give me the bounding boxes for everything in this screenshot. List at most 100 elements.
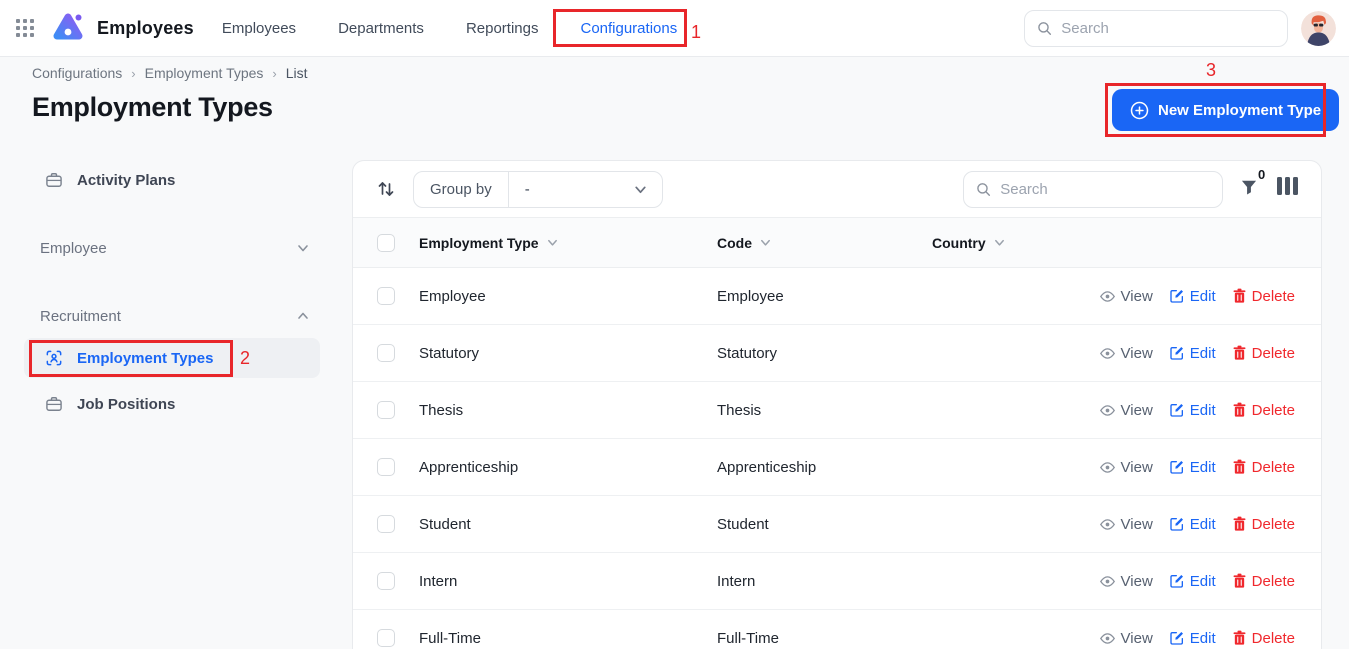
row-checkbox[interactable] xyxy=(377,287,395,305)
plus-circle-icon xyxy=(1130,101,1149,120)
search-icon xyxy=(976,181,991,198)
cell-employment-type: Student xyxy=(419,516,717,533)
annotation-number-3: 3 xyxy=(1206,60,1216,81)
edit-pencil-icon xyxy=(1169,516,1185,532)
delete-action[interactable]: Delete xyxy=(1232,573,1295,590)
table-row: Thesis Thesis View Edit xyxy=(353,382,1321,439)
user-avatar[interactable] xyxy=(1301,11,1336,46)
edit-pencil-icon xyxy=(1169,459,1185,475)
sidebar-group-recruitment[interactable]: Recruitment xyxy=(24,301,320,331)
delete-action[interactable]: Delete xyxy=(1232,402,1295,419)
edit-action[interactable]: Edit xyxy=(1169,402,1216,419)
chevron-down-icon xyxy=(296,241,310,255)
eye-icon xyxy=(1099,459,1116,476)
sidebar-item-job-positions[interactable]: Job Positions xyxy=(24,384,320,424)
edit-action[interactable]: Edit xyxy=(1169,516,1216,533)
briefcase-icon xyxy=(44,170,64,190)
chevron-down-icon xyxy=(759,236,772,249)
nav-departments[interactable]: Departments xyxy=(338,20,424,37)
new-employment-type-label: New Employment Type xyxy=(1158,102,1321,119)
filter-count-badge: 0 xyxy=(1258,167,1265,182)
view-action[interactable]: View xyxy=(1099,288,1153,305)
table-row: Apprenticeship Apprenticeship View Edit xyxy=(353,439,1321,496)
eye-icon xyxy=(1099,402,1116,419)
edit-action[interactable]: Edit xyxy=(1169,459,1216,476)
breadcrumb-list: List xyxy=(286,65,308,81)
global-search-input[interactable] xyxy=(1061,20,1275,37)
delete-action[interactable]: Delete xyxy=(1232,459,1295,476)
cell-employment-type: Apprenticeship xyxy=(419,459,717,476)
delete-action[interactable]: Delete xyxy=(1232,630,1295,647)
delete-action[interactable]: Delete xyxy=(1232,345,1295,362)
trash-icon xyxy=(1232,288,1247,304)
table-body: Employee Employee View Edit xyxy=(353,268,1321,649)
edit-action[interactable]: Edit xyxy=(1169,630,1216,647)
breadcrumb-configurations[interactable]: Configurations xyxy=(32,65,122,81)
delete-action[interactable]: Delete xyxy=(1232,516,1295,533)
eye-icon xyxy=(1099,630,1116,647)
trash-icon xyxy=(1232,345,1247,361)
sidebar-item-employment-types[interactable]: Employment Types xyxy=(24,338,320,378)
table-row: Intern Intern View Edit xyxy=(353,553,1321,610)
nav-configurations[interactable]: Configurations xyxy=(580,20,677,37)
filter-icon[interactable] xyxy=(1239,177,1259,202)
chevron-up-icon xyxy=(296,309,310,323)
cell-employment-type: Statutory xyxy=(419,345,717,362)
breadcrumb: Configurations › Employment Types › List xyxy=(32,65,308,81)
column-header-code[interactable]: Code xyxy=(717,235,932,251)
chevron-down-icon xyxy=(633,182,648,197)
app-logo-icon xyxy=(52,12,84,44)
employment-types-table-card: Group by - 0 Employment xyxy=(352,160,1322,649)
eye-icon xyxy=(1099,573,1116,590)
view-action[interactable]: View xyxy=(1099,402,1153,419)
row-checkbox[interactable] xyxy=(377,629,395,647)
eye-icon xyxy=(1099,288,1116,305)
row-checkbox[interactable] xyxy=(377,344,395,362)
view-action[interactable]: View xyxy=(1099,573,1153,590)
delete-action[interactable]: Delete xyxy=(1232,288,1295,305)
row-checkbox[interactable] xyxy=(377,515,395,533)
top-header: Employees Employees Departments Reportin… xyxy=(0,0,1349,57)
cell-code: Thesis xyxy=(717,402,932,419)
columns-icon[interactable] xyxy=(1277,177,1298,195)
row-checkbox[interactable] xyxy=(377,401,395,419)
app-title: Employees xyxy=(97,18,194,39)
global-search xyxy=(1024,10,1288,47)
sidebar-item-activity-plans[interactable]: Activity Plans xyxy=(24,160,320,200)
sidebar-item-label: Activity Plans xyxy=(77,172,175,189)
column-header-employment-type[interactable]: Employment Type xyxy=(419,235,717,251)
select-all-checkbox[interactable] xyxy=(377,234,395,252)
view-action[interactable]: View xyxy=(1099,345,1153,362)
cell-employment-type: Full-Time xyxy=(419,630,717,647)
column-header-country[interactable]: Country xyxy=(932,235,1081,251)
view-action[interactable]: View xyxy=(1099,516,1153,533)
view-action[interactable]: View xyxy=(1099,630,1153,647)
edit-action[interactable]: Edit xyxy=(1169,573,1216,590)
table-search-input[interactable] xyxy=(1000,181,1210,198)
page-title: Employment Types xyxy=(32,92,273,123)
row-checkbox[interactable] xyxy=(377,572,395,590)
edit-action[interactable]: Edit xyxy=(1169,288,1216,305)
cell-employment-type: Employee xyxy=(419,288,717,305)
breadcrumb-separator-icon: › xyxy=(272,66,276,81)
edit-pencil-icon xyxy=(1169,288,1185,304)
table-row: Student Student View Edit xyxy=(353,496,1321,553)
nav-employees[interactable]: Employees xyxy=(222,20,296,37)
new-employment-type-button[interactable]: New Employment Type xyxy=(1112,89,1339,131)
trash-icon xyxy=(1232,630,1247,646)
group-by-control[interactable]: Group by - xyxy=(413,171,663,208)
trash-icon xyxy=(1232,402,1247,418)
edit-pencil-icon xyxy=(1169,402,1185,418)
trash-icon xyxy=(1232,516,1247,532)
row-checkbox[interactable] xyxy=(377,458,395,476)
group-by-value[interactable]: - xyxy=(508,172,633,207)
view-action[interactable]: View xyxy=(1099,459,1153,476)
sidebar-group-employee[interactable]: Employee xyxy=(24,233,320,263)
apps-grid-icon[interactable] xyxy=(16,19,34,37)
sort-icon[interactable] xyxy=(377,178,395,205)
search-icon xyxy=(1037,20,1052,37)
nav-reportings[interactable]: Reportings xyxy=(466,20,539,37)
breadcrumb-employment-types[interactable]: Employment Types xyxy=(145,65,264,81)
eye-icon xyxy=(1099,516,1116,533)
edit-action[interactable]: Edit xyxy=(1169,345,1216,362)
